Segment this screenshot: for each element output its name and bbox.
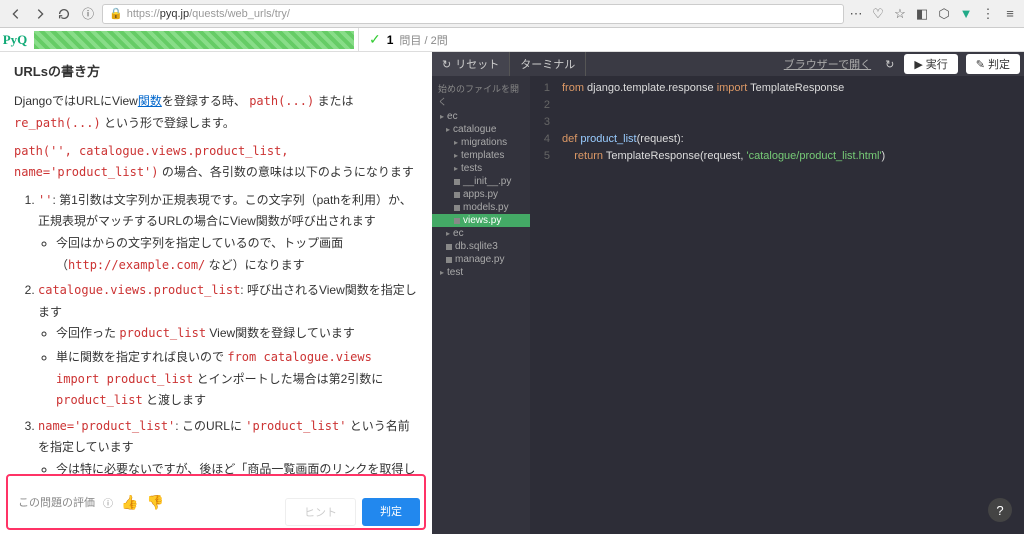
tree-folder[interactable]: ▸test: [432, 266, 530, 279]
tree-file[interactable]: db.sqlite3: [432, 240, 530, 253]
tree-file[interactable]: views.py: [432, 214, 530, 227]
tree-item-label: apps.py: [463, 189, 498, 200]
progress-status: ✓ 1 問目 / 2問: [358, 28, 458, 51]
file-icon: [454, 192, 460, 198]
browser-chrome: ⓘ 🔒 https://pyq.jp/quests/web_urls/try/ …: [0, 0, 1024, 28]
link-view-func[interactable]: 関数: [138, 94, 162, 108]
tree-folder[interactable]: ▸ec: [432, 110, 530, 123]
ext-icon[interactable]: ⋮: [980, 6, 996, 22]
tree-item-label: test: [447, 267, 463, 278]
tree-item-label: views.py: [463, 215, 501, 226]
file-icon: [454, 179, 460, 185]
ext-icon[interactable]: ☆: [892, 6, 908, 22]
paragraph: DjangoではURLにView関数を登録する時、 path(...) または …: [14, 91, 418, 134]
file-icon: [454, 205, 460, 211]
check-icon: ✓: [369, 31, 381, 48]
tree-item-label: ec: [447, 111, 458, 122]
progress-num: 1: [387, 33, 394, 47]
folder-icon: ▸: [454, 151, 458, 160]
file-icon: [454, 218, 460, 224]
tree-folder[interactable]: ▸tests: [432, 162, 530, 175]
instructions-panel: URLsの書き方 DjangoではURLにView関数を登録する時、 path(…: [0, 52, 432, 534]
menu-button[interactable]: ≡: [1002, 6, 1018, 22]
tree-item-label: catalogue: [453, 124, 496, 135]
reset-icon: ↻: [442, 58, 451, 71]
tree-item-label: manage.py: [455, 254, 504, 265]
back-button[interactable]: [6, 4, 26, 24]
folder-icon: ▸: [440, 112, 444, 121]
tree-folder[interactable]: ▸catalogue: [432, 123, 530, 136]
tree-item-label: tests: [461, 163, 482, 174]
run-button[interactable]: ▶ 実行: [904, 54, 957, 74]
judge-button[interactable]: 判定: [362, 498, 420, 526]
code-editor[interactable]: 12345 from django.template.response impo…: [530, 76, 1024, 534]
tree-file[interactable]: apps.py: [432, 188, 530, 201]
tree-item-label: templates: [461, 150, 504, 161]
ext-icon[interactable]: ⋯: [848, 6, 864, 22]
tree-file[interactable]: models.py: [432, 201, 530, 214]
tree-header: 始めのファイルを開く: [432, 80, 530, 110]
pyq-logo[interactable]: PyQ: [0, 32, 30, 48]
tree-item-label: ec: [453, 228, 464, 239]
editor-panel: ↻リセット ターミナル ブラウザーで開く ↻ ▶ 実行 ✎ 判定 始めのファイル…: [432, 52, 1024, 534]
list-item: catalogue.views.product_list: 呼び出されるView…: [38, 280, 418, 412]
folder-icon: ▸: [454, 164, 458, 173]
file-icon: [446, 257, 452, 263]
reset-tab[interactable]: ↻リセット: [432, 52, 510, 76]
help-fab[interactable]: ?: [988, 498, 1012, 522]
terminal-tab[interactable]: ターミナル: [510, 52, 586, 76]
tree-file[interactable]: __init__.py: [432, 175, 530, 188]
open-browser-link[interactable]: ブラウザーで開く: [776, 56, 879, 72]
tree-item-label: db.sqlite3: [455, 241, 498, 252]
folder-icon: ▸: [454, 138, 458, 147]
ext-icon[interactable]: ⬡: [936, 6, 952, 22]
tree-folder[interactable]: ▸migrations: [432, 136, 530, 149]
thumb-down-icon[interactable]: 👎: [146, 494, 163, 511]
info-icon[interactable]: ⓘ: [103, 495, 113, 510]
hint-button[interactable]: ヒント: [285, 498, 356, 526]
progress-label: 問目 / 2問: [399, 32, 447, 48]
refresh-icon[interactable]: ↻: [879, 58, 900, 71]
ext-icon[interactable]: ◧: [914, 6, 930, 22]
ext-icon[interactable]: ♡: [870, 6, 886, 22]
paragraph: path('', catalogue.views.product_list, n…: [14, 141, 418, 184]
file-icon: [446, 244, 452, 250]
url-text: https://pyq.jp/quests/web_urls/try/: [127, 8, 290, 20]
lock-icon: 🔒: [109, 7, 123, 20]
tree-folder[interactable]: ▸ec: [432, 227, 530, 240]
feedback-label: この問題の評価: [18, 494, 95, 510]
tree-item-label: models.py: [463, 202, 509, 213]
ext-icon[interactable]: ▼: [958, 6, 974, 22]
tree-item-label: __init__.py: [463, 176, 511, 187]
url-bar[interactable]: 🔒 https://pyq.jp/quests/web_urls/try/: [102, 4, 844, 24]
quest-title-placeholder: [34, 31, 354, 49]
info-button[interactable]: ⓘ: [78, 4, 98, 24]
file-tree: 始めのファイルを開く ▸ec▸catalogue▸migrations▸temp…: [432, 76, 530, 534]
tree-item-label: migrations: [461, 137, 507, 148]
judge-button-top[interactable]: ✎ 判定: [966, 54, 1020, 74]
thumb-up-icon[interactable]: 👍: [121, 494, 138, 511]
app-header: PyQ ✓ 1 問目 / 2問: [0, 28, 1024, 52]
tree-folder[interactable]: ▸templates: [432, 149, 530, 162]
folder-icon: ▸: [446, 125, 450, 134]
folder-icon: ▸: [446, 229, 450, 238]
section-title: URLsの書き方: [14, 60, 418, 83]
tree-file[interactable]: manage.py: [432, 253, 530, 266]
list-item: '': 第1引数は文字列か正規表現です。この文字列（pathを利用）か、正規表現…: [38, 190, 418, 276]
forward-button[interactable]: [30, 4, 50, 24]
reload-button[interactable]: [54, 4, 74, 24]
extension-icons: ⋯ ♡ ☆ ◧ ⬡ ▼ ⋮ ≡: [848, 6, 1018, 22]
folder-icon: ▸: [440, 268, 444, 277]
